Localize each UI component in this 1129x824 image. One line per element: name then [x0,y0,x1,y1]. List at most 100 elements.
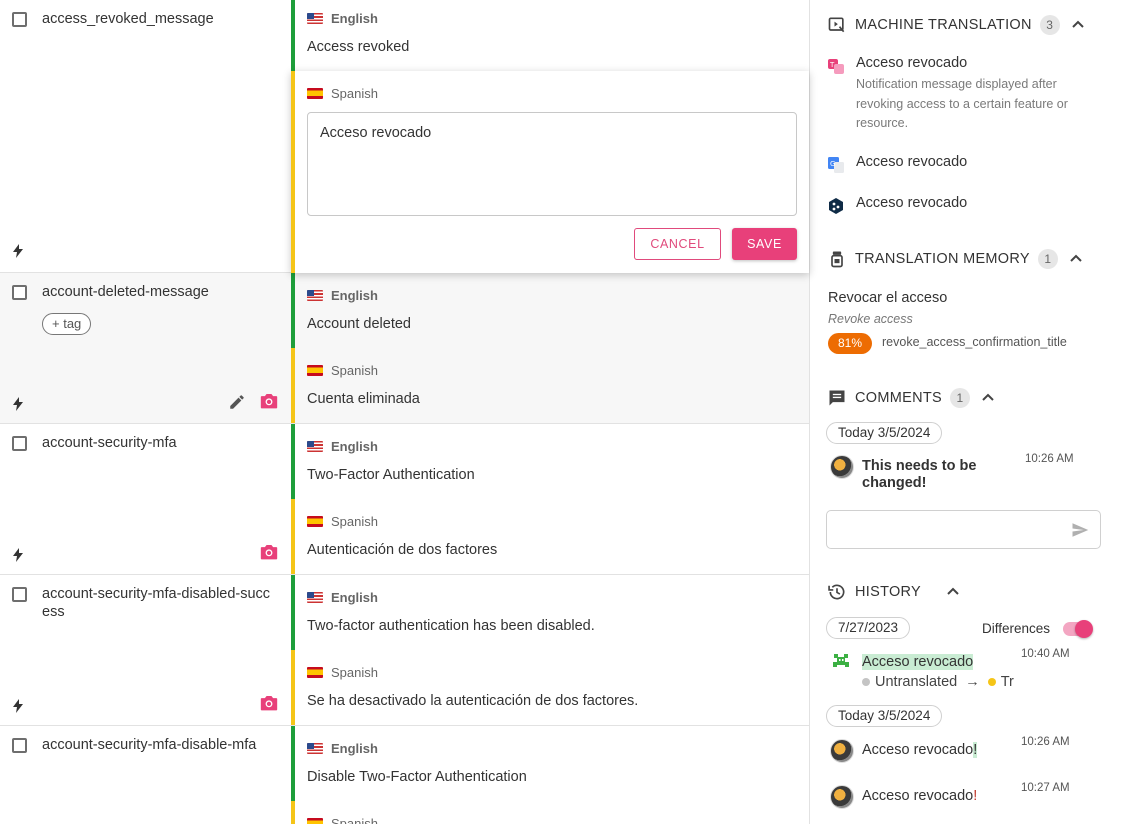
translation-memory-header: TRANSLATION MEMORY 1 [827,249,1084,269]
ai-translator-icon: T [828,59,844,74]
target-translation-cell[interactable]: Spanish Autenticación de dos factores [291,499,809,574]
target-translation-cell[interactable]: Spanish [291,801,809,824]
spain-flag-icon [307,365,323,376]
diff-removed-text: ! [973,788,978,804]
mt-suggestion[interactable]: Acceso revocado [827,195,1117,217]
mt-suggestion[interactable]: T Acceso revocado Notification message d… [827,55,1117,135]
history-time: 10:26 AM [1021,736,1070,748]
add-tag-button[interactable]: + tag [42,313,92,335]
lightning-icon[interactable] [12,699,24,713]
lightning-icon[interactable] [12,548,24,562]
save-button[interactable]: SAVE [732,228,797,260]
robot-avatar-icon [833,654,849,667]
date-chip: Today 3/5/2024 [826,422,943,444]
entry-text: Acceso revocado [862,742,974,758]
key-name[interactable]: account-security-mfa-disable-mfa [42,736,278,754]
lightning-icon[interactable] [12,397,24,411]
key-cell[interactable]: account-security-mfa-disable-mfa [0,726,291,824]
toggle-knob [1075,620,1093,638]
row-checkbox[interactable] [12,12,27,27]
history-entry-text: Acceso revocado! [862,788,977,804]
key-cell[interactable]: account-deleted-message + tag [0,273,291,423]
differences-toggle[interactable] [1063,620,1093,638]
target-translation-cell[interactable]: Spanish Se ha desactivado la autenticaci… [291,650,809,725]
language-label: Spanish [331,86,378,101]
state-bar-reviewed [291,273,295,348]
translation-text: Account deleted [307,316,411,332]
key-row: account-security-mfa English Two-Factor … [0,424,809,575]
tools-panel: MACHINE TRANSLATION 3 T Acceso revocado … [811,0,1129,824]
history-entry-text: Acceso revocado! [862,742,978,758]
state-change: Untranslated → Tr [862,674,1014,690]
history-header: HISTORY [827,582,961,602]
cancel-button[interactable]: CANCEL [634,228,721,260]
us-flag-icon [307,290,323,301]
source-translation-cell[interactable]: English Account deleted [291,273,809,348]
language-label: Spanish [331,665,378,680]
tm-key-name: revoke_access_confirmation_title [882,335,1067,349]
translation-editor: Spanish Acceso revocado CANCEL SAVE [291,71,809,273]
chevron-up-icon[interactable] [1068,251,1084,267]
language-label: Spanish [331,816,378,824]
lightning-icon[interactable] [12,244,24,258]
count-badge: 3 [1039,15,1060,35]
row-checkbox[interactable] [12,285,27,300]
camera-icon[interactable] [259,694,279,712]
key-name[interactable]: access_revoked_message [42,10,278,28]
chevron-up-icon[interactable] [1070,17,1086,33]
source-translation-cell[interactable]: English Access revoked [291,0,809,71]
history-time: 10:40 AM [1021,648,1070,660]
key-name[interactable]: account-security-mfa [42,434,278,452]
key-name[interactable]: account-deleted-message [42,283,278,301]
state-bar-reviewed [291,424,295,499]
camera-icon[interactable] [259,392,279,410]
avatar [830,455,854,479]
source-translation-cell[interactable]: English Disable Two-Factor Authenticatio… [291,726,809,801]
spain-flag-icon [307,88,323,99]
translation-textarea[interactable]: Acceso revocado [307,112,797,216]
state-bar-translated [291,348,295,423]
history-time: 10:27 AM [1021,782,1070,794]
section-title: MACHINE TRANSLATION [855,17,1032,33]
translation-text: Cuenta eliminada [307,391,420,407]
row-checkbox[interactable] [12,738,27,753]
comment-time: 10:26 AM [1025,453,1074,465]
state-bar-translated [291,71,295,273]
chevron-up-icon[interactable] [980,390,996,406]
count-badge: 1 [949,388,970,408]
to-state: Tr [1000,674,1014,690]
avatar [830,785,854,809]
pencil-icon[interactable] [228,393,246,411]
key-name[interactable]: account-security-mfa-disabled-success [42,585,278,621]
comment-icon [829,390,845,406]
row-checkbox[interactable] [12,436,27,451]
key-row: account-deleted-message + tag English Ac… [0,273,809,424]
chevron-up-icon[interactable] [945,584,961,600]
state-bar-translated [291,499,295,574]
target-translation-cell[interactable]: Spanish Cuenta eliminada [291,348,809,423]
key-cell[interactable]: account-security-mfa [0,424,291,574]
translation-text: Disable Two-Factor Authentication [307,769,527,785]
send-icon[interactable] [1071,521,1089,539]
from-state: Untranslated [875,674,958,690]
comment-input[interactable] [826,510,1101,549]
tm-target-text[interactable]: Revocar el acceso [828,290,947,306]
state-bar-translated [291,650,295,725]
row-checkbox[interactable] [12,587,27,602]
mt-description: Notification message displayed after rev… [856,77,1068,130]
translation-text: Autenticación de dos factores [307,542,498,558]
source-translation-cell[interactable]: English Two-Factor Authentication [291,424,809,499]
untranslated-dot [862,678,870,686]
us-flag-icon [307,743,323,754]
deepl-icon [829,198,843,214]
key-cell[interactable]: access_revoked_message [0,0,291,272]
key-cell[interactable]: account-security-mfa-disabled-success [0,575,291,725]
translation-text: Two-factor authentication has been disab… [307,618,595,634]
language-label: Spanish [331,514,378,529]
source-translation-cell[interactable]: English Two-factor authentication has be… [291,575,809,650]
camera-icon[interactable] [259,543,279,561]
translations-list: access_revoked_message English Access re… [0,0,810,824]
language-label: English [331,741,378,756]
mt-suggestion[interactable]: G Acceso revocado [827,154,1117,176]
diff-added-text: ! [973,742,978,758]
